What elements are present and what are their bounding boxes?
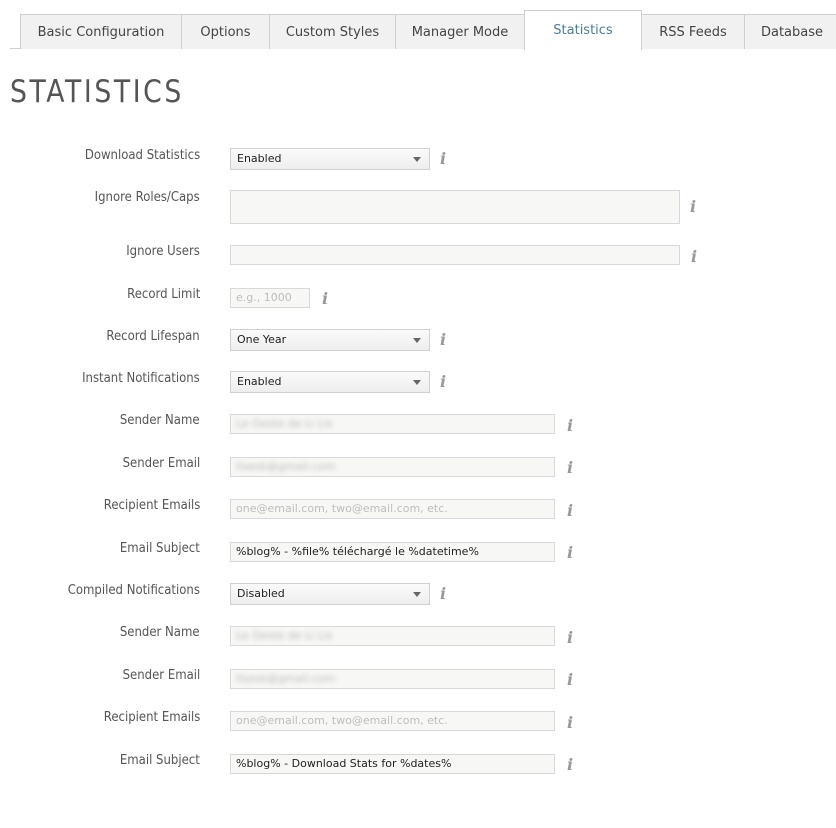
chevron-down-icon	[413, 338, 421, 343]
compiled-email-subject-label: Email Subject	[120, 753, 200, 768]
tab-custom-styles[interactable]: Custom Styles	[269, 14, 396, 49]
chevron-down-icon	[413, 592, 421, 597]
instant-email-subject-label: Email Subject	[120, 541, 200, 556]
instant-recipient-emails-input[interactable]: one@email.com, two@email.com, etc.	[230, 499, 555, 519]
info-icon[interactable]: i	[565, 630, 575, 646]
tab-basic-configuration[interactable]: Basic Configuration	[20, 14, 182, 49]
compiled-sender-name-input[interactable]: Le Geste de Li Lis	[230, 626, 555, 646]
record-lifespan-label: Record Lifespan	[106, 329, 200, 344]
info-icon[interactable]: i	[688, 199, 698, 215]
info-icon[interactable]: i	[320, 291, 330, 307]
instant-sender-name-label: Sender Name	[120, 413, 200, 428]
tab-statistics[interactable]: Statistics	[524, 10, 642, 50]
info-icon[interactable]: i	[438, 374, 448, 390]
download-statistics-value: Enabled	[237, 152, 282, 165]
tab-options[interactable]: Options	[181, 14, 270, 49]
compiled-sender-name-value: Le Geste de Li Lis	[236, 629, 333, 642]
download-statistics-select[interactable]: Enabled	[230, 148, 430, 170]
info-icon[interactable]: i	[565, 503, 575, 519]
instant-sender-name-value: Le Geste de Li Lis	[236, 417, 333, 430]
info-icon[interactable]: i	[565, 672, 575, 688]
instant-sender-name-input[interactable]: Le Geste de Li Lis	[230, 414, 555, 434]
chevron-down-icon	[413, 380, 421, 385]
compiled-notifications-value: Disabled	[237, 587, 285, 600]
ignore-users-input[interactable]	[230, 245, 680, 265]
compiled-sender-email-value: lisesk@gmail.com	[236, 672, 336, 685]
download-statistics-label: Download Statistics	[84, 148, 200, 163]
instant-notifications-select[interactable]: Enabled	[230, 371, 430, 393]
compiled-sender-name-label: Sender Name	[120, 625, 200, 640]
info-icon[interactable]: i	[565, 715, 575, 731]
ignore-users-label: Ignore Users	[126, 244, 200, 259]
instant-notifications-label: Instant Notifications	[82, 371, 200, 386]
compiled-email-subject-input[interactable]: %blog% - Download Stats for %dates%	[230, 754, 555, 774]
instant-sender-email-value: lisesk@gmail.com	[236, 460, 336, 473]
record-lifespan-select[interactable]: One Year	[230, 329, 430, 351]
instant-notifications-value: Enabled	[237, 375, 282, 388]
instant-sender-email-label: Sender Email	[122, 456, 200, 471]
info-icon[interactable]: i	[438, 332, 448, 348]
info-icon[interactable]: i	[438, 586, 448, 602]
chevron-down-icon	[413, 157, 421, 162]
ignore-roles-input[interactable]	[230, 190, 680, 224]
info-icon[interactable]: i	[565, 545, 575, 561]
instant-email-subject-input[interactable]: %blog% - %file% téléchargé le %datetime%	[230, 542, 555, 562]
compiled-notifications-label: Compiled Notifications	[67, 583, 200, 598]
tab-rss-feeds[interactable]: RSS Feeds	[641, 14, 745, 49]
record-lifespan-value: One Year	[237, 333, 287, 346]
compiled-recipient-emails-input[interactable]: one@email.com, two@email.com, etc.	[230, 711, 555, 731]
compiled-sender-email-input[interactable]: lisesk@gmail.com	[230, 669, 555, 689]
compiled-sender-email-label: Sender Email	[122, 668, 200, 683]
tab-database[interactable]: Database	[744, 14, 836, 49]
instant-sender-email-input[interactable]: lisesk@gmail.com	[230, 457, 555, 477]
info-icon[interactable]: i	[565, 757, 575, 773]
record-limit-input[interactable]: e.g., 1000	[230, 288, 310, 308]
compiled-recipient-emails-label: Recipient Emails	[103, 710, 200, 725]
info-icon[interactable]: i	[565, 418, 575, 434]
record-limit-label: Record Limit	[126, 287, 200, 302]
ignore-roles-label: Ignore Roles/Caps	[94, 190, 200, 205]
info-icon[interactable]: i	[565, 460, 575, 476]
tab-manager-mode[interactable]: Manager Mode	[395, 14, 525, 49]
compiled-notifications-select[interactable]: Disabled	[230, 583, 430, 605]
instant-recipient-emails-label: Recipient Emails	[103, 498, 200, 513]
page-title: STATISTICS	[10, 74, 184, 110]
settings-tab-bar: Basic Configuration Options Custom Style…	[0, 0, 836, 50]
info-icon[interactable]: i	[438, 151, 448, 167]
info-icon[interactable]: i	[689, 249, 699, 265]
